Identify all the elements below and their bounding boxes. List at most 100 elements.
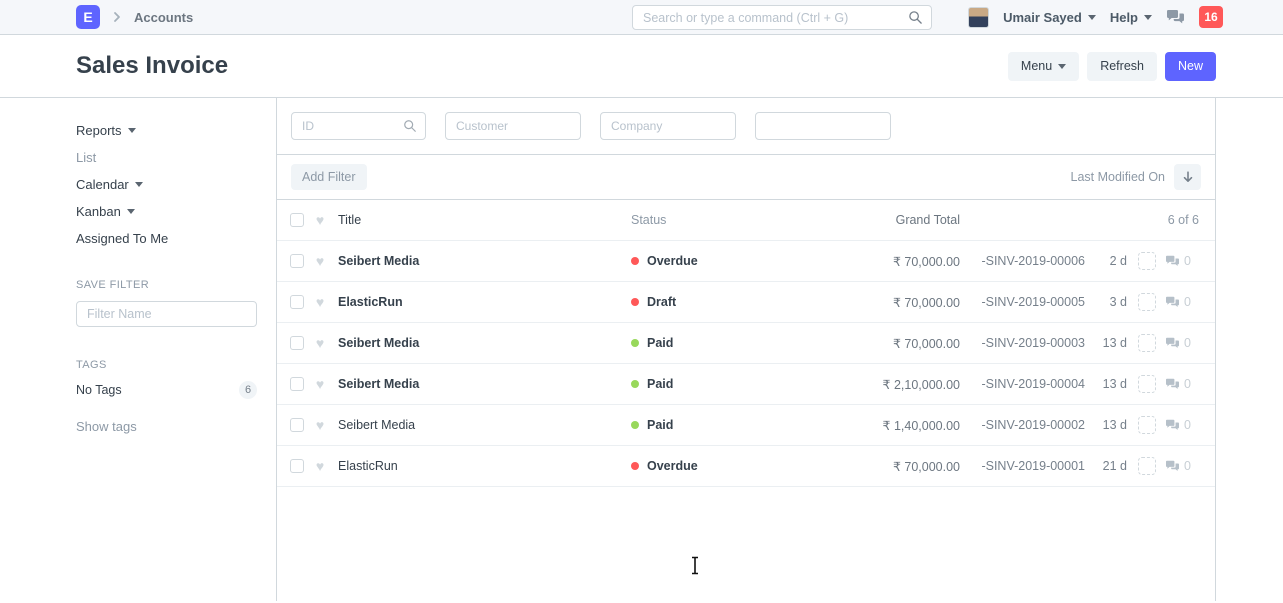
- list-row[interactable]: ♥ Seibert Media Overdue ₹ 70,000.00 -SIN…: [277, 241, 1215, 282]
- menu-button[interactable]: Menu: [1008, 52, 1079, 81]
- list-empty-space: [277, 487, 1215, 601]
- user-menu[interactable]: Umair Sayed: [1003, 10, 1096, 25]
- result-count[interactable]: 6 of 6: [960, 213, 1215, 227]
- sidebar-item-label: List: [76, 150, 96, 165]
- sidebar-item-kanban[interactable]: Kanban: [76, 201, 260, 222]
- row-checkbox[interactable]: [290, 418, 304, 432]
- app-logo[interactable]: E: [76, 5, 100, 29]
- row-comments[interactable]: 0: [1165, 377, 1191, 391]
- global-search-input[interactable]: [632, 5, 932, 30]
- comment-count: 0: [1184, 459, 1191, 473]
- row-checkbox[interactable]: [290, 459, 304, 473]
- heart-icon[interactable]: ♥: [312, 377, 328, 391]
- assign-placeholder[interactable]: [1138, 334, 1156, 352]
- customer-filter-input[interactable]: [445, 112, 581, 140]
- row-title[interactable]: Seibert Media: [338, 254, 631, 268]
- sidebar-item-label: Reports: [76, 123, 122, 138]
- refresh-button-label: Refresh: [1100, 59, 1144, 73]
- caret-down-icon: [127, 209, 135, 214]
- heart-icon[interactable]: ♥: [312, 213, 328, 227]
- row-title[interactable]: ElasticRun: [338, 459, 631, 473]
- no-tags-count-badge: 6: [239, 381, 257, 399]
- list-row[interactable]: ♥ ElasticRun Overdue ₹ 70,000.00 -SINV-2…: [277, 446, 1215, 487]
- help-label: Help: [1110, 10, 1138, 25]
- chat-icon[interactable]: [1166, 9, 1185, 26]
- row-invoice-id[interactable]: -SINV-2019-00002: [960, 418, 1085, 432]
- list-row[interactable]: ♥ Seibert Media Paid ₹ 1,40,000.00 -SINV…: [277, 405, 1215, 446]
- sidebar-item-label: Calendar: [76, 177, 129, 192]
- new-button-label: New: [1178, 59, 1203, 73]
- sidebar-item-assigned-to-me[interactable]: Assigned To Me: [76, 228, 260, 249]
- row-checkbox[interactable]: [290, 377, 304, 391]
- column-title: Title: [338, 213, 631, 227]
- row-invoice-id[interactable]: -SINV-2019-00004: [960, 377, 1085, 391]
- user-name: Umair Sayed: [1003, 10, 1082, 25]
- app-logo-letter: E: [83, 9, 92, 25]
- row-comments[interactable]: 0: [1165, 254, 1191, 268]
- notification-badge[interactable]: 16: [1199, 6, 1223, 28]
- assign-placeholder[interactable]: [1138, 252, 1156, 270]
- sidebar-item-list[interactable]: List: [76, 147, 260, 168]
- comment-icon: [1165, 419, 1180, 432]
- page-actions: Menu Refresh New: [1008, 52, 1216, 81]
- row-title[interactable]: Seibert Media: [338, 377, 631, 391]
- sidebar-item-calendar[interactable]: Calendar: [76, 174, 260, 195]
- help-menu[interactable]: Help: [1110, 10, 1152, 25]
- row-status: Overdue: [631, 459, 766, 473]
- no-tags-label: No Tags: [76, 383, 122, 397]
- status-label: Paid: [647, 336, 673, 350]
- comment-icon: [1165, 337, 1180, 350]
- row-checkbox[interactable]: [290, 336, 304, 350]
- row-invoice-id[interactable]: -SINV-2019-00003: [960, 336, 1085, 350]
- chevron-down-icon: [1058, 64, 1066, 69]
- column-status: Status: [631, 213, 766, 227]
- add-filter-button[interactable]: Add Filter: [291, 164, 367, 190]
- extra-filter-input[interactable]: [755, 112, 891, 140]
- list-row[interactable]: ♥ Seibert Media Paid ₹ 70,000.00 -SINV-2…: [277, 323, 1215, 364]
- row-title[interactable]: Seibert Media: [338, 336, 631, 350]
- row-checkbox[interactable]: [290, 295, 304, 309]
- assign-placeholder[interactable]: [1138, 375, 1156, 393]
- company-filter-input[interactable]: [600, 112, 736, 140]
- row-status: Paid: [631, 377, 766, 391]
- page-title: Sales Invoice: [76, 52, 228, 80]
- refresh-button[interactable]: Refresh: [1087, 52, 1157, 81]
- row-age: 13 d: [1085, 418, 1127, 432]
- show-tags-link[interactable]: Show tags: [76, 419, 260, 434]
- row-title[interactable]: Seibert Media: [338, 418, 631, 432]
- row-invoice-id[interactable]: -SINV-2019-00001: [960, 459, 1085, 473]
- heart-icon[interactable]: ♥: [312, 295, 328, 309]
- breadcrumb-chevron-icon: [111, 11, 123, 23]
- list-row[interactable]: ♥ ElasticRun Draft ₹ 70,000.00 -SINV-201…: [277, 282, 1215, 323]
- user-avatar[interactable]: [968, 7, 989, 28]
- new-button[interactable]: New: [1165, 52, 1216, 81]
- select-all-checkbox[interactable]: [290, 213, 304, 227]
- row-age: 21 d: [1085, 459, 1127, 473]
- heart-icon[interactable]: ♥: [312, 254, 328, 268]
- assign-placeholder[interactable]: [1138, 416, 1156, 434]
- sidebar-item-no-tags[interactable]: No Tags 6: [76, 381, 257, 399]
- filter-name-input[interactable]: [76, 301, 257, 327]
- sort-direction-button[interactable]: [1174, 164, 1201, 190]
- comment-icon: [1165, 255, 1180, 268]
- row-comments[interactable]: 0: [1165, 295, 1191, 309]
- heart-icon[interactable]: ♥: [312, 459, 328, 473]
- sidebar-item-reports[interactable]: Reports: [76, 120, 260, 141]
- row-status: Draft: [631, 295, 766, 309]
- heart-icon[interactable]: ♥: [312, 418, 328, 432]
- breadcrumb[interactable]: Accounts: [134, 10, 193, 25]
- row-checkbox[interactable]: [290, 254, 304, 268]
- row-title[interactable]: ElasticRun: [338, 295, 631, 309]
- row-comments[interactable]: 0: [1165, 336, 1191, 350]
- sort-by-label[interactable]: Last Modified On: [1071, 170, 1166, 184]
- assign-placeholder[interactable]: [1138, 293, 1156, 311]
- list-row[interactable]: ♥ Seibert Media Paid ₹ 2,10,000.00 -SINV…: [277, 364, 1215, 405]
- row-invoice-id[interactable]: -SINV-2019-00005: [960, 295, 1085, 309]
- heart-icon[interactable]: ♥: [312, 336, 328, 350]
- assign-placeholder[interactable]: [1138, 457, 1156, 475]
- row-comments[interactable]: 0: [1165, 459, 1191, 473]
- list-rows: ♥ Seibert Media Overdue ₹ 70,000.00 -SIN…: [277, 241, 1215, 487]
- comment-count: 0: [1184, 336, 1191, 350]
- row-invoice-id[interactable]: -SINV-2019-00006: [960, 254, 1085, 268]
- row-comments[interactable]: 0: [1165, 418, 1191, 432]
